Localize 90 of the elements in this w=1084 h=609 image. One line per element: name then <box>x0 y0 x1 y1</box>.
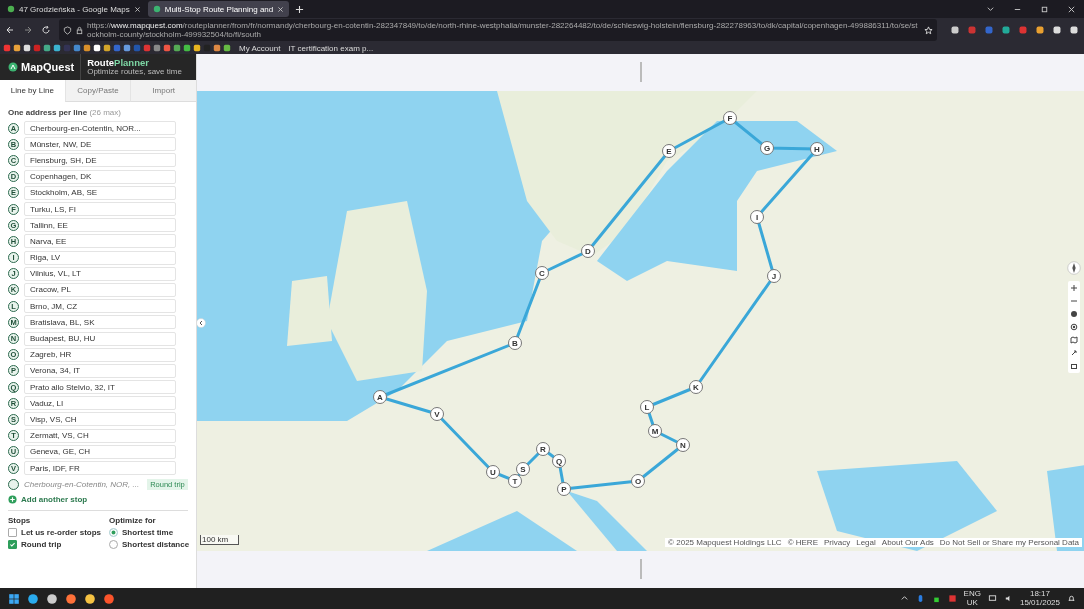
shield-icon <box>62 25 72 35</box>
site-icon <box>7 5 15 13</box>
locate-icon[interactable] <box>1069 322 1079 332</box>
radio-label: Shortest time <box>122 528 174 538</box>
clock-date[interactable]: 15/01/2025 <box>1019 598 1060 608</box>
browser-tab[interactable]: Multi-Stop Route Planning and <box>147 1 290 17</box>
address-field[interactable]: Geneva, GE, CH <box>24 444 176 459</box>
bookmark-link[interactable]: IT certification exam p... <box>288 43 374 53</box>
site-icon <box>152 5 161 13</box>
start-icon[interactable] <box>8 592 20 605</box>
app-icon[interactable] <box>103 592 115 605</box>
extension-icon[interactable] <box>950 25 961 35</box>
address-field[interactable]: Prato allo Stelvio, 32, IT <box>24 380 176 395</box>
address-field[interactable]: Vilnius, VL, LT <box>24 266 176 281</box>
address-field[interactable]: Paris, IDF, FR <box>24 461 176 476</box>
address-field[interactable]: Cracow, PL <box>24 282 176 297</box>
optimize-heading: Optimize for <box>109 516 157 526</box>
address-field[interactable]: Budapest, BU, HU <box>24 331 176 346</box>
address-field[interactable]: Flensburg, SH, DE <box>24 153 176 168</box>
address-field[interactable]: Turku, LS, FI <box>24 202 176 217</box>
clock-time[interactable]: 18:17 <box>1029 589 1050 599</box>
new-tab-icon[interactable] <box>295 4 305 14</box>
region-text[interactable]: UK <box>966 598 978 608</box>
address-field[interactable]: Cherbourg-en-Cotentin, NOR... <box>24 121 176 136</box>
expand-icon[interactable] <box>1069 348 1079 358</box>
address-field[interactable]: Riga, LV <box>24 250 176 265</box>
browser-tab[interactable]: 47 Grodzieńska - Google Maps <box>2 1 146 17</box>
extension-icon[interactable] <box>1052 25 1063 35</box>
address-field[interactable]: Visp, VS, CH <box>24 412 176 427</box>
attribution-link[interactable]: © HERE <box>787 538 818 547</box>
back-icon[interactable] <box>5 25 15 35</box>
attribution-link[interactable]: © 2025 Mapquest Holdings LLC <box>668 538 782 547</box>
monitor-icon[interactable] <box>987 594 997 603</box>
brand-name: MapQuest <box>21 61 75 73</box>
extension-icon[interactable] <box>1069 25 1080 35</box>
chevron-left-icon[interactable] <box>197 318 206 328</box>
reload-icon[interactable] <box>40 25 51 35</box>
checkbox-label: Let us re-order stops <box>21 528 101 538</box>
attribution-link[interactable]: Privacy <box>824 538 851 547</box>
checkbox-label: Round trip <box>21 540 62 550</box>
product-name: RoutePlanner <box>87 57 150 69</box>
forward-icon[interactable] <box>23 25 33 35</box>
language-text[interactable]: ENG <box>963 589 981 599</box>
checkbox[interactable] <box>8 540 17 550</box>
app-icon[interactable] <box>65 592 77 605</box>
attribution-link[interactable]: Do Not Sell or Share my Personal Data <box>939 538 1079 547</box>
bookmark-link[interactable]: My Account <box>239 43 281 53</box>
attribution-link[interactable]: About Our Ads <box>881 538 934 547</box>
close-icon[interactable] <box>1067 4 1076 14</box>
extension-icon[interactable] <box>1035 25 1046 35</box>
logo-icon <box>8 62 18 72</box>
map-scale: 100 km <box>200 535 240 545</box>
address-field[interactable]: Vaduz, LI <box>24 396 176 411</box>
add-stop-link[interactable]: Add another stop <box>21 495 88 505</box>
address-field[interactable]: Münster, NW, DE <box>24 137 176 152</box>
radio-label: Shortest distance <box>122 540 190 550</box>
map-icon[interactable] <box>1069 335 1079 345</box>
return-address: Cherbourg-en-Cotentin, NOR, ... <box>24 479 140 489</box>
checkbox[interactable] <box>8 528 17 538</box>
star-icon[interactable] <box>924 25 934 35</box>
bell-icon[interactable] <box>1067 594 1076 603</box>
address-field[interactable]: Stockholm, AB, SE <box>24 185 176 200</box>
maximize-icon[interactable] <box>1040 4 1049 14</box>
add-icon[interactable] <box>8 495 17 505</box>
address-field[interactable]: Narva, EE <box>24 234 176 249</box>
address-field[interactable]: Zermatt, VS, CH <box>24 428 176 443</box>
address-field[interactable]: Verona, 34, IT <box>24 363 176 378</box>
app-icon[interactable] <box>46 592 58 605</box>
address-field[interactable]: Tallinn, EE <box>24 218 176 233</box>
radio-button[interactable] <box>109 528 118 538</box>
close-icon[interactable] <box>277 5 285 13</box>
address-field[interactable]: Bratislava, BL, SK <box>24 315 176 330</box>
address-field[interactable]: Zagreb, HR <box>24 347 176 362</box>
address-field[interactable]: Copenhagen, DK <box>24 169 176 184</box>
stops-heading: Stops <box>8 516 32 526</box>
instruction-text: One address per line (26 max) <box>8 108 122 117</box>
stop-marker <box>8 478 19 490</box>
tab[interactable]: Import <box>130 80 196 102</box>
address-field[interactable]: Brno, JM, CZ <box>24 299 176 314</box>
zoom-in-icon[interactable] <box>1069 283 1079 293</box>
chevron-down-icon[interactable] <box>986 4 995 14</box>
compass-icon[interactable] <box>1067 261 1081 275</box>
chevron-up-icon[interactable] <box>899 594 909 603</box>
app-icon[interactable] <box>27 592 39 605</box>
close-icon[interactable] <box>133 5 141 13</box>
app-icon[interactable] <box>84 592 96 605</box>
tab[interactable]: Copy/Paste <box>64 80 131 102</box>
tagline: Optimize routes, save time <box>87 68 182 77</box>
attribution-link[interactable]: Legal <box>856 538 876 547</box>
extension-icon[interactable] <box>1001 25 1012 35</box>
